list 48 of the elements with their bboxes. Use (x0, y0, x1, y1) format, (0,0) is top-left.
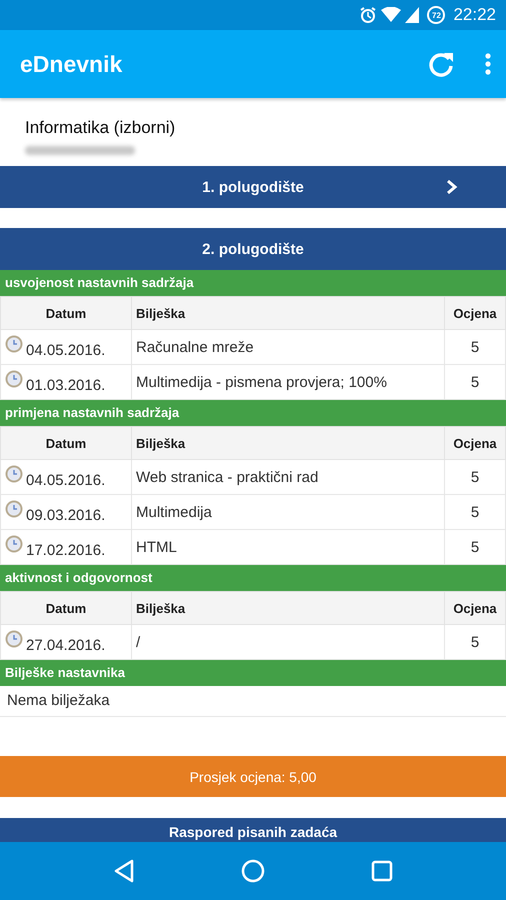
grade-cell: 5 (444, 494, 506, 530)
recents-button[interactable] (371, 860, 393, 882)
semester-header[interactable]: 1. polugodište (0, 166, 506, 208)
column-header: Bilješka (132, 296, 444, 330)
section-header: usvojenost nastavnih sadržaja (0, 270, 506, 296)
semester-header[interactable]: 2. polugodište (0, 228, 506, 270)
menu-button[interactable] (484, 52, 492, 76)
home-button[interactable] (241, 859, 265, 883)
date-text: 04.05.2016. (26, 341, 106, 359)
column-header: Ocjena (444, 592, 506, 624)
clock-icon (5, 630, 23, 648)
notes-text: Nema bilježaka (0, 686, 506, 717)
column-header: Datum (0, 426, 132, 460)
column-header: Datum (0, 592, 132, 624)
signal-icon (405, 7, 420, 23)
clock-icon (5, 465, 23, 483)
column-header: Bilješka (132, 426, 444, 460)
alarm-icon (359, 6, 378, 24)
app-title: eDnevnik (20, 50, 122, 78)
column-header: Ocjena (444, 296, 506, 330)
clock-icon (5, 535, 23, 553)
date-text: 04.05.2016. (26, 471, 106, 489)
date-text: 17.02.2016. (26, 541, 106, 559)
column-header: Datum (0, 296, 132, 330)
clock-icon (5, 500, 23, 518)
note-cell: Multimedija (132, 494, 444, 530)
date-text: 09.03.2016. (26, 506, 106, 524)
back-button[interactable] (113, 859, 135, 883)
column-header: Bilješka (132, 592, 444, 624)
note-cell: Računalne mreže (132, 330, 444, 364)
clock-icon (5, 335, 23, 353)
clock-icon (5, 370, 23, 388)
date-text: 01.03.2016. (26, 376, 106, 394)
section-header-button[interactable]: Raspored pisanih zadaća (0, 818, 506, 842)
average-grade-bar: Prosjek ocjena: 5,00 (0, 756, 506, 797)
clock-time: 22:22 (453, 5, 496, 25)
wifi-icon (381, 7, 402, 23)
grade-cell: 5 (444, 460, 506, 494)
date-text: 27.04.2016. (26, 636, 106, 654)
chevron-right-icon (446, 179, 458, 195)
subject-title: Informatika (izborni) (25, 118, 176, 138)
section-header: aktivnost i odgovornost (0, 565, 506, 591)
note-cell: Web stranica - praktični rad (132, 460, 444, 494)
grade-cell: 5 (444, 330, 506, 364)
section-header: primjena nastavnih sadržaja (0, 400, 506, 426)
battery-icon: 72 (427, 6, 446, 24)
section-header: Bilješke nastavnika (0, 660, 506, 686)
column-header: Ocjena (444, 426, 506, 460)
